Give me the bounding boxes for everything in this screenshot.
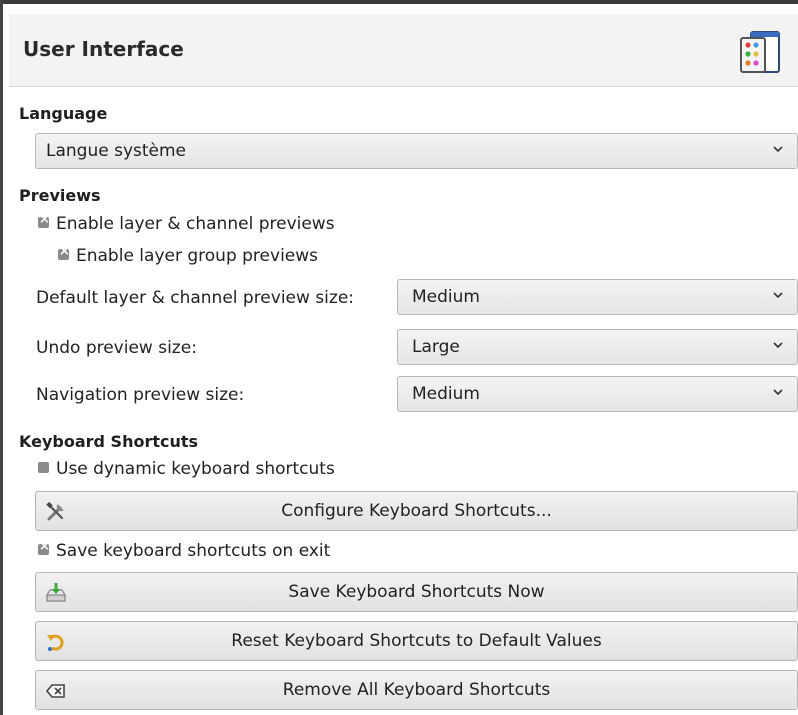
chevron-down-icon: [773, 389, 783, 396]
configure-shortcuts-label: Configure Keyboard Shortcuts...: [281, 501, 552, 521]
undo-preview-size-label: Undo preview size:: [36, 338, 197, 358]
chevron-down-icon: [773, 342, 783, 349]
navigation-preview-size-select[interactable]: Medium: [397, 376, 798, 412]
default-preview-size-select[interactable]: Medium: [397, 279, 798, 315]
keyboard-shortcuts-section-title: Keyboard Shortcuts: [19, 432, 199, 451]
chevron-down-icon: [773, 292, 783, 299]
language-section-title: Language: [19, 104, 108, 123]
language-select[interactable]: Langue système: [35, 133, 798, 169]
checkbox-checked-icon: [38, 539, 50, 555]
checkbox-unchecked-icon: [38, 462, 49, 473]
enable-layer-group-previews-checkbox[interactable]: Enable layer group previews: [58, 244, 319, 266]
reset-shortcuts-label: Reset Keyboard Shortcuts to Default Valu…: [231, 631, 602, 651]
default-preview-size-value: Medium: [412, 287, 480, 307]
enable-layer-channel-previews-label: Enable layer & channel previews: [56, 214, 335, 234]
save-shortcuts-on-exit-checkbox[interactable]: Save keyboard shortcuts on exit: [38, 539, 331, 561]
undo-preview-size-value: Large: [412, 337, 460, 357]
enable-layer-group-previews-label: Enable layer group previews: [76, 246, 319, 266]
navigation-preview-size-label: Navigation preview size:: [36, 385, 245, 405]
save-shortcuts-now-label: Save Keyboard Shortcuts Now: [288, 582, 545, 602]
undo-preview-size-select[interactable]: Large: [397, 329, 798, 365]
remove-all-shortcuts-label: Remove All Keyboard Shortcuts: [282, 680, 551, 700]
language-select-value: Langue système: [46, 141, 187, 161]
page-header: User Interface: [9, 14, 798, 87]
checkbox-checked-icon: [58, 244, 70, 260]
window-top-border: [0, 0, 798, 4]
default-preview-size-label: Default layer & channel preview size:: [36, 288, 355, 308]
dynamic-shortcuts-label: Use dynamic keyboard shortcuts: [56, 459, 335, 479]
checkbox-checked-icon: [38, 212, 50, 228]
reset-shortcuts-button[interactable]: Reset Keyboard Shortcuts to Default Valu…: [35, 621, 798, 661]
page-title: User Interface: [23, 37, 184, 61]
enable-layer-channel-previews-checkbox[interactable]: Enable layer & channel previews: [38, 212, 335, 234]
save-shortcuts-now-button[interactable]: Save Keyboard Shortcuts Now: [35, 572, 798, 612]
chevron-down-icon: [773, 146, 783, 153]
save-shortcuts-on-exit-label: Save keyboard shortcuts on exit: [56, 541, 331, 561]
remove-all-shortcuts-button[interactable]: Remove All Keyboard Shortcuts: [35, 670, 798, 710]
dynamic-shortcuts-checkbox[interactable]: Use dynamic keyboard shortcuts: [38, 459, 335, 479]
configure-shortcuts-button[interactable]: Configure Keyboard Shortcuts...: [35, 491, 798, 531]
window-left-border: [0, 0, 3, 715]
user-interface-prefs-icon: [740, 31, 780, 73]
previews-section-title: Previews: [19, 186, 101, 205]
navigation-preview-size-value: Medium: [412, 384, 480, 404]
